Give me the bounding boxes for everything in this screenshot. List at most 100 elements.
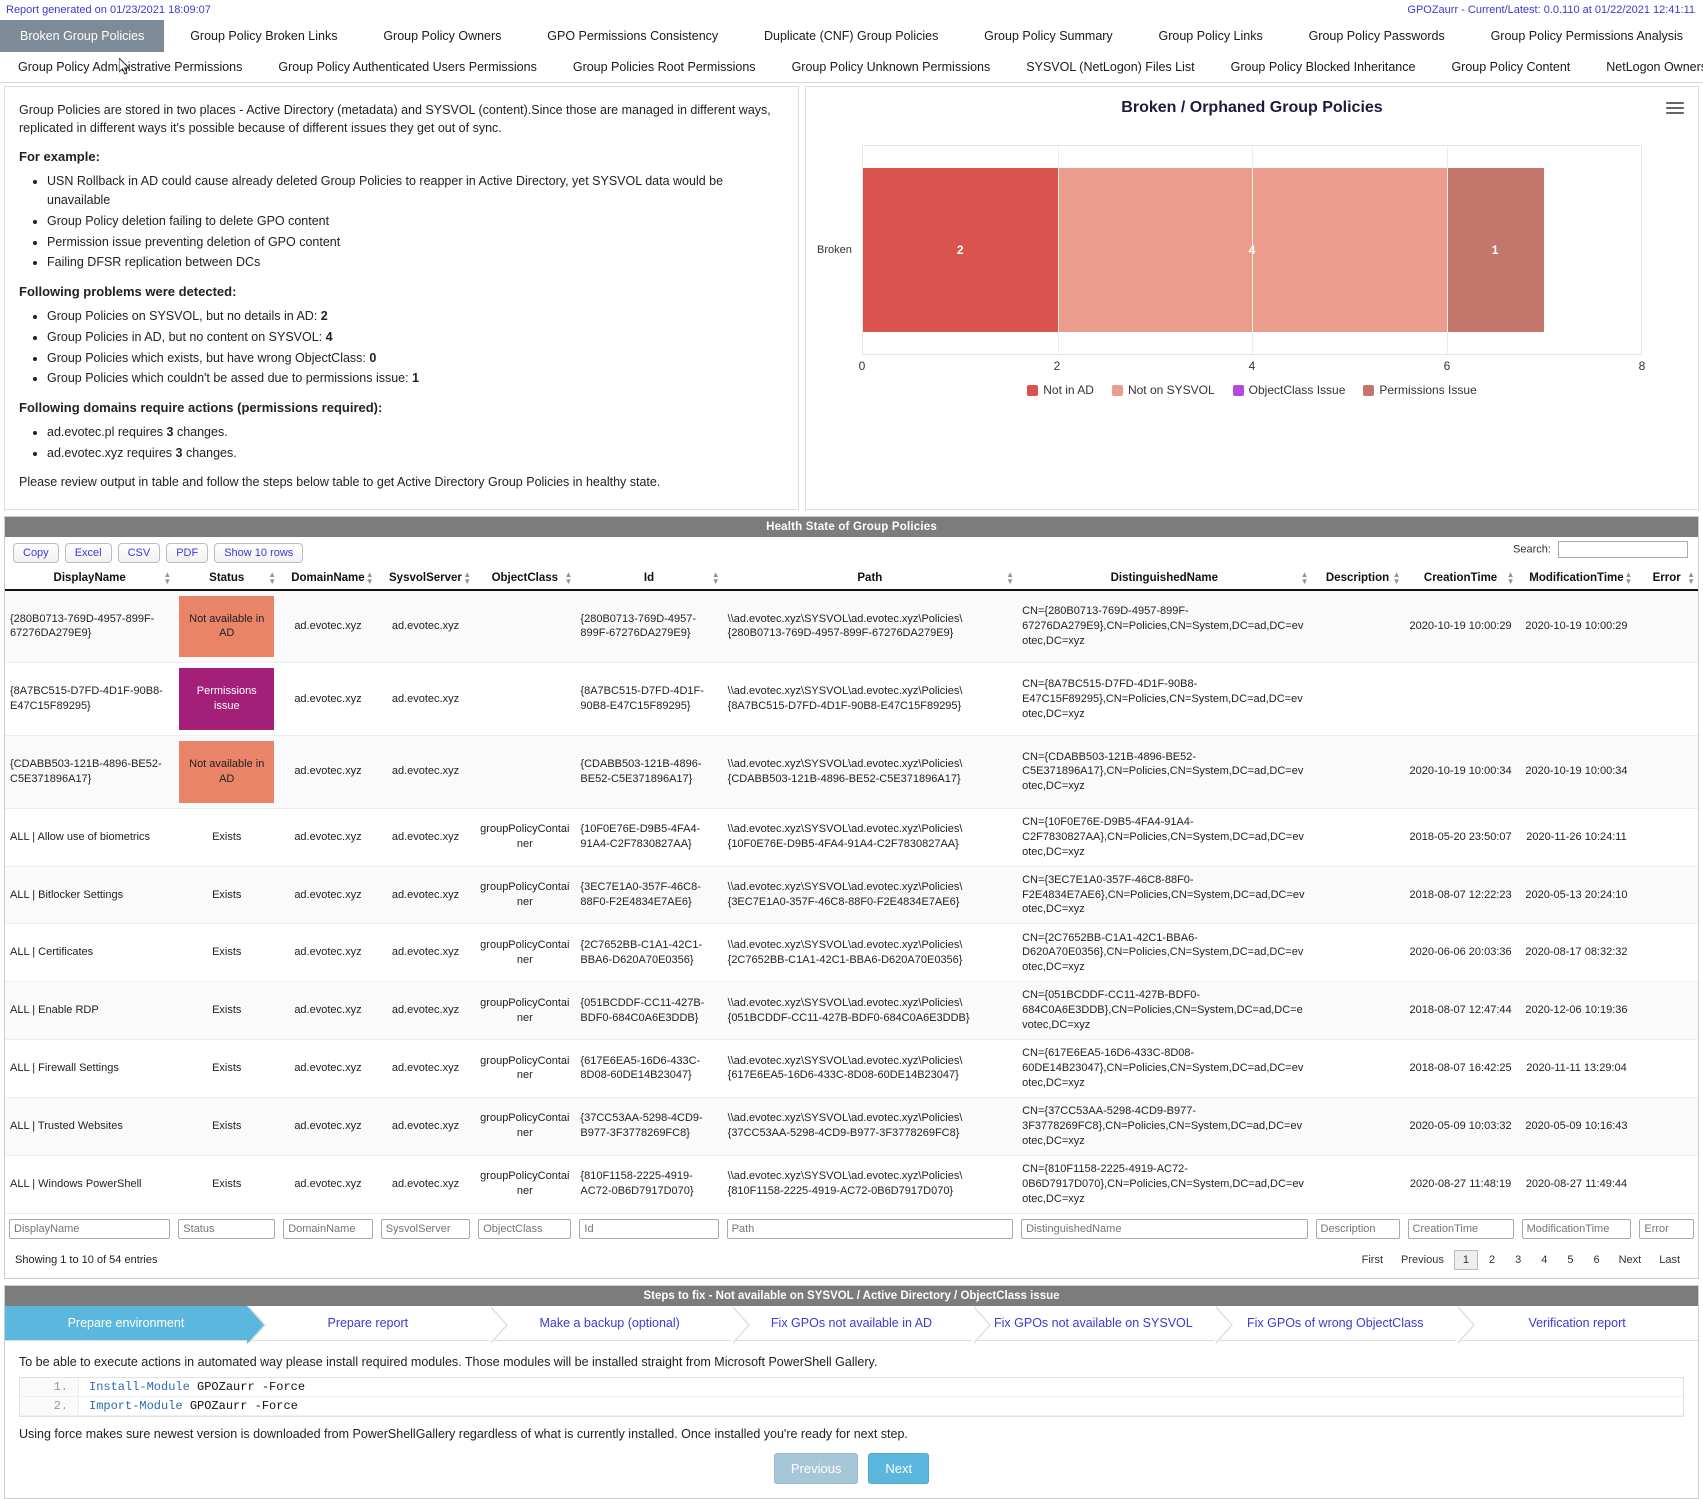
pagination-page-5[interactable]: 5 — [1558, 1250, 1582, 1270]
table-button-show-10-rows[interactable]: Show 10 rows — [214, 543, 303, 563]
tab-duplicate-cnf-group-policies[interactable]: Duplicate (CNF) Group Policies — [744, 20, 958, 52]
tab-group-policy-owners[interactable]: Group Policy Owners — [363, 20, 521, 52]
table-button-csv[interactable]: CSV — [118, 543, 161, 563]
previous-button[interactable]: Previous — [774, 1453, 859, 1484]
column-header-path[interactable]: Path▲▼ — [723, 567, 1017, 590]
table-row[interactable]: ALL | Bitlocker SettingsExistsad.evotec.… — [5, 866, 1698, 924]
tab-group-policy-passwords[interactable]: Group Policy Passwords — [1289, 20, 1465, 52]
pagination-page-6[interactable]: 6 — [1584, 1250, 1608, 1270]
column-header-creationtime[interactable]: CreationTime▲▼ — [1404, 567, 1518, 590]
tab-group-policy-unknown-permissions[interactable]: Group Policy Unknown Permissions — [774, 52, 1009, 82]
pagination-page-2[interactable]: 2 — [1480, 1250, 1504, 1270]
column-header-objectclass[interactable]: ObjectClass▲▼ — [474, 567, 575, 590]
status-badge: Permissions issue — [174, 663, 279, 736]
table-row[interactable]: ALL | Firewall SettingsExistsad.evotec.x… — [5, 1040, 1698, 1098]
table-button-excel[interactable]: Excel — [65, 543, 112, 563]
filter-input-path[interactable] — [727, 1219, 1013, 1239]
wizard-step-make-a-backup-optional[interactable]: Make a backup (optional) — [489, 1306, 731, 1340]
status-badge: Exists — [174, 1155, 279, 1213]
table-row[interactable]: {CDABB503-121B-4896-BE52-C5E371896A17}No… — [5, 736, 1698, 809]
tab-group-policy-authenticated-users-permissions[interactable]: Group Policy Authenticated Users Permiss… — [260, 52, 554, 82]
table-row[interactable]: ALL | CertificatesExistsad.evotec.xyzad.… — [5, 924, 1698, 982]
cell-domainname: ad.evotec.xyz — [279, 1040, 377, 1098]
wizard-step-verification-report[interactable]: Verification report — [1456, 1306, 1698, 1340]
filter-input-description[interactable] — [1316, 1219, 1400, 1239]
column-header-id[interactable]: Id▲▼ — [575, 567, 722, 590]
filter-input-status[interactable] — [178, 1219, 275, 1239]
next-button[interactable]: Next — [868, 1453, 929, 1484]
table-row[interactable]: ALL | Trusted WebsitesExistsad.evotec.xy… — [5, 1097, 1698, 1155]
filter-input-modificationtime[interactable] — [1522, 1219, 1632, 1239]
legend-item[interactable]: ObjectClass Issue — [1233, 383, 1346, 397]
chart-bar-segment[interactable]: 2 — [863, 168, 1058, 332]
tab-group-policy-content[interactable]: Group Policy Content — [1433, 52, 1588, 82]
filter-input-objectclass[interactable] — [478, 1219, 571, 1239]
powershell-code-block: 1.Install-Module GPOZaurr -Force2.Import… — [19, 1377, 1684, 1417]
cell-path: \\ad.evotec.xyz\SYSVOL\ad.evotec.xyz\Pol… — [723, 866, 1017, 924]
tab-group-policy-broken-links[interactable]: Group Policy Broken Links — [170, 20, 357, 52]
tab-group-policy-blocked-inheritance[interactable]: Group Policy Blocked Inheritance — [1213, 52, 1434, 82]
report-version-label: GPOZaurr - Current/Latest: 0.0.110 at 01… — [1407, 4, 1695, 16]
column-header-description[interactable]: Description▲▼ — [1312, 567, 1404, 590]
filter-input-error[interactable] — [1639, 1219, 1694, 1239]
column-header-label: DistinguishedName — [1111, 572, 1218, 584]
legend-label: Not in AD — [1043, 383, 1094, 397]
table-row[interactable]: {8A7BC515-D7FD-4D1F-90B8-E47C15F89295} Pe… — [5, 663, 1698, 736]
tab-group-policy-links[interactable]: Group Policy Links — [1139, 20, 1283, 52]
pagination-page-4[interactable]: 4 — [1532, 1250, 1556, 1270]
table-row[interactable]: ALL | Enable RDPExistsad.evotec.xyzad.ev… — [5, 982, 1698, 1040]
table-button-pdf[interactable]: PDF — [166, 543, 208, 563]
column-header-distinguishedname[interactable]: DistinguishedName▲▼ — [1017, 567, 1311, 590]
tab-broken-group-policies[interactable]: Broken Group Policies — [0, 20, 164, 52]
tab-group-policy-administrative-permissions[interactable]: Group Policy Administrative Permissions — [0, 52, 260, 82]
tab-row-primary: Broken Group PoliciesGroup Policy Broken… — [0, 20, 1703, 52]
legend-item[interactable]: Not on SYSVOL — [1112, 383, 1215, 397]
health-table-caption: Health State of Group Policies — [5, 517, 1698, 537]
wizard-step-fix-gpos-of-wrong-objectclass[interactable]: Fix GPOs of wrong ObjectClass — [1214, 1306, 1456, 1340]
table-row[interactable]: ALL | Allow use of biometricsExistsad.ev… — [5, 808, 1698, 866]
pagination-first[interactable]: First — [1354, 1251, 1391, 1269]
hamburger-menu-icon[interactable] — [1666, 99, 1684, 117]
pagination-page-3[interactable]: 3 — [1506, 1250, 1530, 1270]
filter-input-sysvolserver[interactable] — [381, 1219, 471, 1239]
filter-input-creationtime[interactable] — [1408, 1219, 1514, 1239]
column-header-displayname[interactable]: DisplayName▲▼ — [5, 567, 174, 590]
filter-input-domainname[interactable] — [283, 1219, 373, 1239]
cell-id: {8A7BC515-D7FD-4D1F-90B8-E47C15F89295} — [575, 663, 722, 736]
filter-input-id[interactable] — [579, 1219, 718, 1239]
column-header-sysvolserver[interactable]: SysvolServer▲▼ — [377, 567, 475, 590]
chart-bar-segment[interactable]: 1 — [1447, 168, 1544, 332]
chart-x-tick: 6 — [1444, 359, 1451, 373]
legend-swatch — [1233, 385, 1244, 396]
pagination-last[interactable]: Last — [1651, 1251, 1688, 1269]
pagination-previous[interactable]: Previous — [1393, 1251, 1452, 1269]
tab-netlogon-owners[interactable]: NetLogon Owners — [1588, 52, 1703, 82]
tab-group-policy-summary[interactable]: Group Policy Summary — [964, 20, 1133, 52]
table-button-copy[interactable]: Copy — [13, 543, 59, 563]
wizard-step-prepare-environment[interactable]: Prepare environment — [5, 1306, 247, 1340]
tab-group-policy-permissions-analysis[interactable]: Group Policy Permissions Analysis — [1471, 20, 1703, 52]
wizard-step-fix-gpos-not-available-on-sysvol[interactable]: Fix GPOs not available on SYSVOL — [972, 1306, 1214, 1340]
table-row[interactable]: {280B0713-769D-4957-899F-67276DA279E9}No… — [5, 590, 1698, 663]
tab-sysvol-netlogon-files-list[interactable]: SYSVOL (NetLogon) Files List — [1008, 52, 1212, 82]
legend-item[interactable]: Not in AD — [1027, 383, 1094, 397]
cell-modificationtime: 2020-05-09 10:16:43 — [1518, 1097, 1636, 1155]
wizard-step-fix-gpos-not-available-in-ad[interactable]: Fix GPOs not available in AD — [731, 1306, 973, 1340]
column-header-modificationtime[interactable]: ModificationTime▲▼ — [1518, 567, 1636, 590]
pagination-next[interactable]: Next — [1611, 1251, 1650, 1269]
wizard-step-prepare-report[interactable]: Prepare report — [247, 1306, 489, 1340]
tab-group-policies-root-permissions[interactable]: Group Policies Root Permissions — [555, 52, 774, 82]
filter-input-distinguishedname[interactable] — [1021, 1219, 1307, 1239]
legend-item[interactable]: Permissions Issue — [1363, 383, 1476, 397]
cell-distinguishedname: CN={CDABB503-121B-4896-BE52-C5E371896A17… — [1017, 736, 1311, 809]
column-header-domainname[interactable]: DomainName▲▼ — [279, 567, 377, 590]
pagination-page-1[interactable]: 1 — [1454, 1250, 1478, 1270]
cell-description — [1312, 663, 1404, 736]
table-row[interactable]: ALL | Windows PowerShellExistsad.evotec.… — [5, 1155, 1698, 1213]
filter-input-displayname[interactable] — [9, 1219, 170, 1239]
column-header-error[interactable]: Error▲▼ — [1635, 567, 1698, 590]
cell-displayname: ALL | Enable RDP — [5, 982, 174, 1040]
search-input[interactable] — [1558, 541, 1688, 558]
tab-gpo-permissions-consistency[interactable]: GPO Permissions Consistency — [527, 20, 738, 52]
column-header-status[interactable]: Status▲▼ — [174, 567, 279, 590]
